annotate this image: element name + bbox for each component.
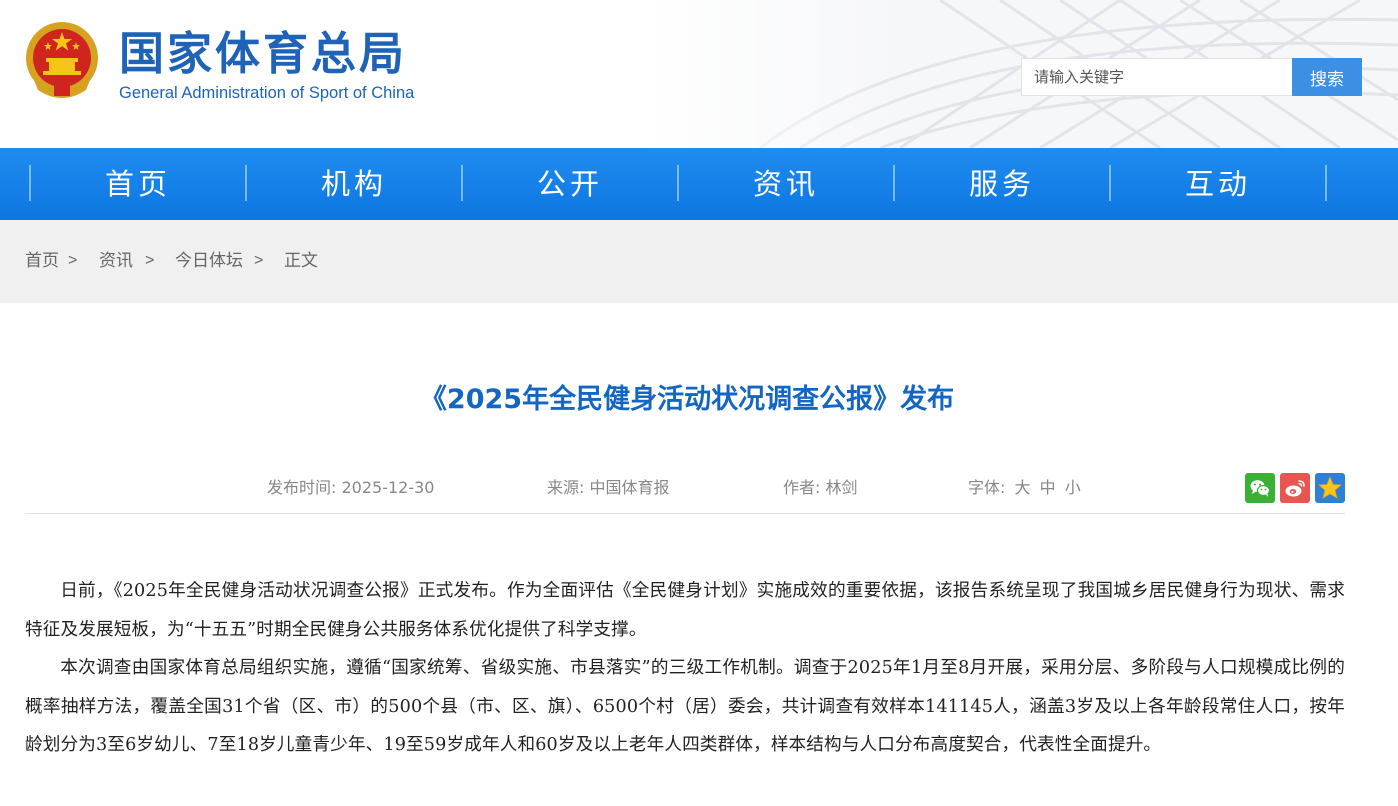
article-title: 《2025年全民健身活动状况调查公报》发布	[419, 384, 955, 415]
breadcrumb-separator: >	[68, 252, 78, 269]
nav-item-home[interactable]: 首页	[30, 148, 246, 220]
site-logo-chinese[interactable]: 国家体育总局	[119, 26, 407, 82]
nav-item-services[interactable]: 服务	[894, 148, 1110, 220]
nav-separator	[1325, 165, 1327, 201]
site-logo-english[interactable]: General Administration of Sport of China	[119, 83, 414, 103]
article-source: 来源: 中国体育报	[547, 477, 670, 499]
publish-date: 2025-12-30	[341, 478, 435, 497]
breadcrumb-home[interactable]: 首页	[25, 251, 59, 271]
breadcrumb-current: 正文	[284, 251, 318, 271]
font-size-controls: 字体: 大 中 小	[968, 477, 1081, 499]
article-author: 作者: 林剑	[783, 477, 858, 499]
article-paragraph: 本次调查由国家体育总局组织实施，遵循“国家统筹、省级实施、市县落实”的三级工作机…	[25, 658, 1345, 755]
nav-item-news[interactable]: 资讯	[678, 148, 894, 220]
author-value: 林剑	[825, 478, 858, 497]
breadcrumb-separator: >	[254, 252, 264, 269]
search-input[interactable]	[1021, 58, 1293, 96]
font-size-medium-button[interactable]: 中	[1040, 478, 1056, 497]
publish-label: 发布时间:	[267, 478, 337, 497]
search-button[interactable]: 搜索	[1292, 58, 1362, 96]
breadcrumb: 首页 > 资讯 > 今日体坛 > 正文	[0, 220, 1398, 303]
breadcrumb-separator: >	[145, 252, 155, 269]
national-emblem-icon	[26, 22, 98, 98]
breadcrumb-today-sports[interactable]: 今日体坛	[175, 251, 243, 271]
weibo-icon[interactable]	[1280, 473, 1310, 503]
source-label: 来源:	[547, 478, 585, 497]
author-label: 作者:	[783, 478, 821, 497]
font-size-large-button[interactable]: 大	[1015, 478, 1031, 497]
font-size-small-button[interactable]: 小	[1065, 478, 1081, 497]
meta-divider	[25, 513, 1345, 514]
font-size-label: 字体:	[968, 478, 1006, 497]
main-nav: 首页 机构 公开 资讯 服务 互动	[0, 148, 1398, 220]
breadcrumb-news[interactable]: 资讯	[99, 251, 133, 271]
site-header: 国家体育总局 General Administration of Sport o…	[0, 0, 1398, 148]
source-value: 中国体育报	[589, 478, 670, 497]
nav-item-organization[interactable]: 机构	[246, 148, 462, 220]
nav-item-disclosure[interactable]: 公开	[462, 148, 678, 220]
favorite-star-icon[interactable]	[1315, 473, 1345, 503]
article-publish-time: 发布时间: 2025-12-30	[267, 477, 434, 499]
wechat-icon[interactable]	[1245, 473, 1275, 503]
article-paragraph: 日前，《2025年全民健身活动状况调查公报》正式发布。作为全面评估《全民健身计划…	[25, 581, 1345, 640]
nav-item-interaction[interactable]: 互动	[1110, 148, 1326, 220]
